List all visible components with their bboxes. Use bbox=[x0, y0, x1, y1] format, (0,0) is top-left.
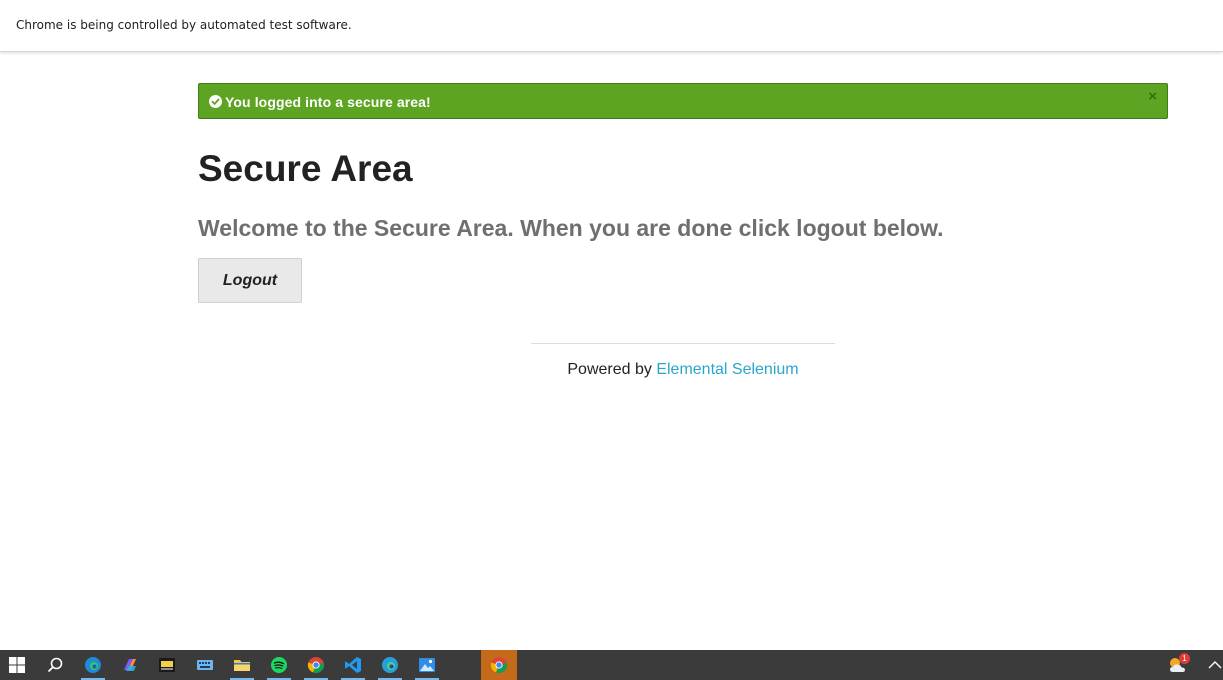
elemental-selenium-link[interactable]: Elemental Selenium bbox=[656, 361, 798, 378]
notification-badge: 1 bbox=[1179, 653, 1190, 664]
chrome-icon[interactable] bbox=[301, 650, 331, 680]
flash-text: You logged into a secure area! bbox=[225, 94, 431, 110]
edge-dev-icon[interactable] bbox=[375, 650, 405, 680]
edge-icon[interactable] bbox=[78, 650, 108, 680]
file-explorer-icon[interactable] bbox=[227, 650, 257, 680]
chrome-active-icon[interactable] bbox=[481, 650, 517, 680]
vscode-icon[interactable] bbox=[338, 650, 368, 680]
page-subheader: Welcome to the Secure Area. When you are… bbox=[198, 215, 944, 241]
copilot-icon[interactable] bbox=[115, 650, 145, 680]
logout-button[interactable]: Logout bbox=[198, 258, 302, 303]
automation-infobar: Chrome is being controlled by automated … bbox=[0, 0, 1223, 52]
footer: Powered by Elemental Selenium bbox=[531, 361, 835, 379]
keyboard-icon[interactable] bbox=[190, 650, 220, 680]
search-icon[interactable] bbox=[40, 650, 70, 680]
photos-icon[interactable] bbox=[412, 650, 442, 680]
page-title: Secure Area bbox=[198, 148, 413, 189]
windows-start-icon[interactable] bbox=[2, 650, 32, 680]
check-circle-icon bbox=[209, 95, 222, 108]
footer-prefix: Powered by bbox=[567, 361, 657, 378]
spotify-icon[interactable] bbox=[264, 650, 294, 680]
flash-success-message: You logged into a secure area! × bbox=[198, 83, 1168, 119]
close-icon[interactable]: × bbox=[1148, 88, 1157, 105]
taskbar bbox=[0, 650, 1223, 680]
chevron-up-icon[interactable] bbox=[1200, 650, 1223, 680]
footer-divider bbox=[531, 343, 835, 344]
game-app-icon[interactable] bbox=[152, 650, 182, 680]
infobar-text: Chrome is being controlled by automated … bbox=[16, 18, 352, 32]
